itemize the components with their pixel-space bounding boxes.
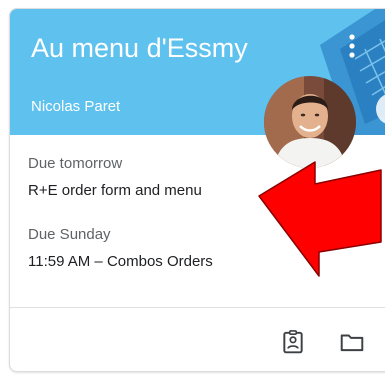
avatar-photo bbox=[264, 76, 356, 168]
footer-divider bbox=[10, 307, 385, 308]
due-group-1: Due tomorrow R+E order form and menu bbox=[28, 154, 202, 202]
more-vert-icon[interactable] bbox=[342, 31, 362, 61]
red-arrow-annotation bbox=[258, 161, 382, 277]
teacher-avatar bbox=[264, 76, 356, 168]
due-item-link[interactable]: R+E order form and menu bbox=[28, 180, 202, 202]
folder-icon[interactable] bbox=[339, 329, 365, 355]
teacher-name[interactable]: Nicolas Paret bbox=[31, 97, 120, 117]
class-title[interactable]: Au menu d'Essmy bbox=[31, 31, 248, 65]
due-item-link[interactable]: 11:59 AM – Combos Orders bbox=[28, 251, 213, 273]
due-label: Due tomorrow bbox=[28, 155, 123, 172]
due-group-2: Due Sunday 11:59 AM – Combos Orders bbox=[28, 225, 213, 273]
assignment-ind-icon[interactable] bbox=[280, 329, 306, 355]
due-label: Due Sunday bbox=[28, 226, 111, 243]
